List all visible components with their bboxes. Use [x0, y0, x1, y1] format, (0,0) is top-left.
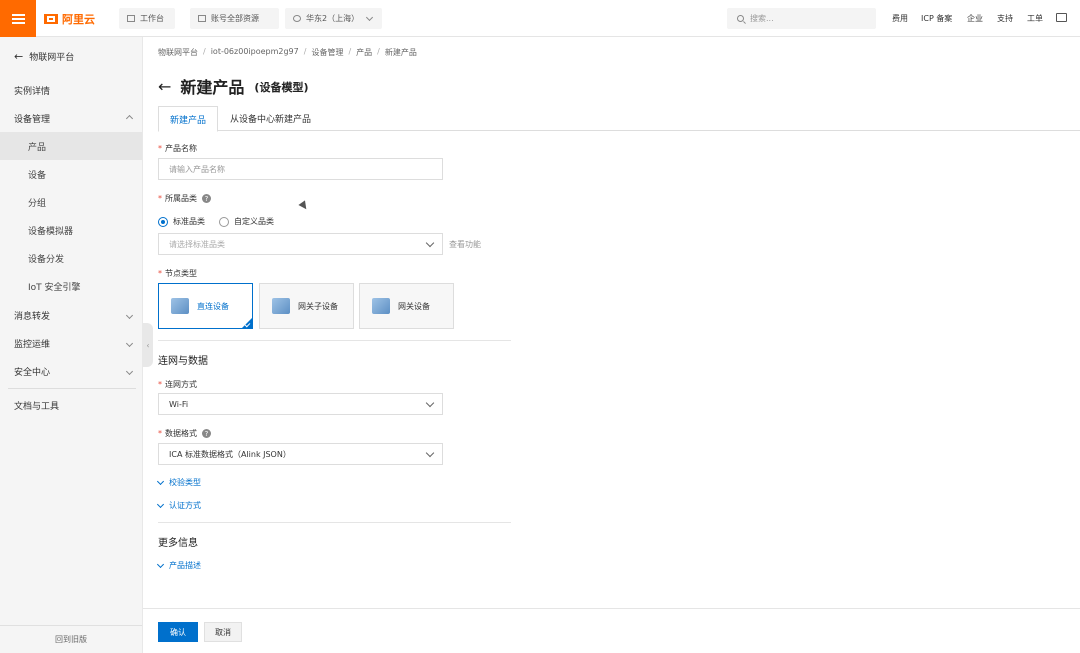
network-label: * 连网方式 [158, 380, 197, 389]
format-select[interactable]: ICA 标准数据格式（Alink JSON） [158, 443, 443, 465]
format-label: * 数据格式? [158, 428, 211, 439]
sidebar-item-instance[interactable]: 实例详情 [0, 76, 142, 104]
top-bar: 阿里云 工作台 账号全部资源 华东2（上海） 搜索... 费用 ICP 备案 企… [0, 0, 1080, 37]
node-type-gateway[interactable]: 网关设备 [359, 283, 454, 329]
page-title: ← 新建产品 (设备模型) [158, 76, 309, 98]
folder-icon [198, 15, 206, 22]
view-features-link[interactable]: 查看功能 [449, 239, 481, 250]
back-arrow-icon[interactable]: ← [158, 77, 171, 96]
region-selector[interactable]: 华东2（上海） [285, 8, 382, 29]
chevron-down-icon [156, 500, 165, 508]
sub-device-icon [272, 298, 290, 314]
brand-logo[interactable]: 阿里云 [44, 11, 95, 27]
help-icon[interactable]: ? [202, 194, 211, 203]
verify-type-expander[interactable]: 校验类型 [156, 477, 201, 488]
gateway-device-icon [372, 298, 390, 314]
tab-from-device-center[interactable]: 从设备中心新建产品 [219, 106, 322, 131]
chevron-down-icon [425, 398, 435, 408]
radio-custom[interactable] [219, 216, 229, 227]
search-icon [737, 15, 744, 22]
direct-device-icon [171, 298, 189, 314]
chevron-down-icon [425, 238, 435, 248]
node-type-direct[interactable]: 直连设备 [158, 283, 253, 329]
sidebar-item-simulator[interactable]: 设备模拟器 [0, 216, 142, 244]
sidebar-item-product[interactable]: 产品 [0, 132, 142, 160]
sidebar-item-security-center[interactable]: 安全中心 [0, 357, 142, 385]
auth-method-expander[interactable]: 认证方式 [156, 500, 201, 511]
chevron-down-icon [156, 560, 165, 568]
form-footer: 确认 取消 [143, 608, 1080, 653]
account-selector[interactable]: 账号全部资源 [190, 8, 279, 29]
category-select[interactable]: 请选择标准品类 [158, 233, 443, 255]
confirm-button[interactable]: 确认 [158, 622, 198, 642]
sidebar: ← 物联网平台 实例详情 设备管理 产品 设备 分组 设备模拟器 设备分发 Io… [0, 37, 143, 653]
node-type-gateway-sub[interactable]: 网关子设备 [259, 283, 354, 329]
product-name-label: * 产品名称 [158, 144, 197, 153]
sidebar-footer-old-version[interactable]: 回到旧版 [0, 625, 142, 653]
top-link-enterprise[interactable]: 企业 [967, 13, 983, 24]
sidebar-back-link[interactable]: ← 物联网平台 [14, 50, 74, 63]
logo-text: 阿里云 [62, 13, 95, 26]
sidebar-item-docs-tools[interactable]: 文档与工具 [0, 391, 142, 419]
search-input[interactable]: 搜索... [727, 8, 876, 29]
hamburger-menu-icon[interactable] [0, 0, 36, 37]
tab-new-product[interactable]: 新建产品 [158, 106, 219, 132]
section-network-title: 连网与数据 [158, 356, 208, 367]
breadcrumb-item[interactable]: iot-06z00ipoepm2g97 [211, 47, 299, 58]
chevron-down-icon [425, 448, 435, 458]
section-divider [158, 522, 511, 523]
sidebar-item-group[interactable]: 分组 [0, 188, 142, 216]
product-name-input[interactable]: 请输入产品名称 [158, 158, 443, 180]
sidebar-item-monitoring[interactable]: 监控运维 [0, 329, 142, 357]
node-type-label: * 节点类型 [158, 269, 197, 278]
terminal-icon[interactable] [1056, 13, 1067, 22]
sidebar-item-security-engine[interactable]: IoT 安全引擎 [0, 272, 142, 300]
top-link-ticket[interactable]: 工单 [1027, 13, 1043, 24]
sidebar-item-device-management[interactable]: 设备管理 [0, 104, 142, 132]
breadcrumb-item[interactable]: 物联网平台 [158, 47, 198, 58]
product-desc-expander[interactable]: 产品描述 [156, 560, 201, 571]
chevron-up-icon [125, 114, 134, 122]
radio-standard[interactable] [158, 216, 168, 227]
top-link-support[interactable]: 支持 [997, 13, 1013, 24]
section-more-title: 更多信息 [158, 538, 198, 549]
top-link-billing[interactable]: 费用 [892, 13, 908, 24]
breadcrumb-item[interactable]: 设备管理 [311, 47, 343, 58]
cancel-button[interactable]: 取消 [204, 622, 242, 642]
help-icon[interactable]: ? [202, 429, 211, 438]
main-content: 物联网平台 / iot-06z00ipoepm2g97/ 设备管理 / 产品 / 新建… [143, 37, 1080, 653]
workbench-button[interactable]: 工作台 [119, 8, 175, 29]
sidebar-divider [8, 388, 136, 389]
network-select[interactable]: Wi-Fi [158, 393, 443, 415]
category-radio-group: 标准品类 自定义品类 [158, 216, 274, 227]
chevron-down-icon [366, 13, 374, 21]
breadcrumb-item[interactable]: 产品 [356, 47, 372, 58]
home-icon [127, 15, 135, 22]
chevron-down-icon [125, 339, 134, 347]
breadcrumb: 物联网平台 / iot-06z00ipoepm2g97/ 设备管理 / 产品 / 新建… [158, 47, 417, 58]
category-label: * 所属品类? [158, 193, 211, 204]
top-link-icp[interactable]: ICP 备案 [921, 13, 952, 24]
sidebar-item-distribution[interactable]: 设备分发 [0, 244, 142, 272]
chevron-down-icon [156, 477, 165, 485]
globe-icon [293, 15, 301, 22]
section-divider [158, 340, 511, 341]
breadcrumb-item-current: 新建产品 [384, 48, 417, 57]
sidebar-item-device[interactable]: 设备 [0, 160, 142, 188]
arrow-left-icon: ← [14, 50, 24, 63]
chevron-down-icon [125, 311, 134, 319]
tab-bar: 新建产品 从设备中心新建产品 [158, 106, 1080, 132]
sidebar-item-message-forward[interactable]: 消息转发 [0, 301, 142, 329]
chevron-down-icon [125, 367, 134, 375]
aliyun-logo-icon [44, 14, 58, 24]
